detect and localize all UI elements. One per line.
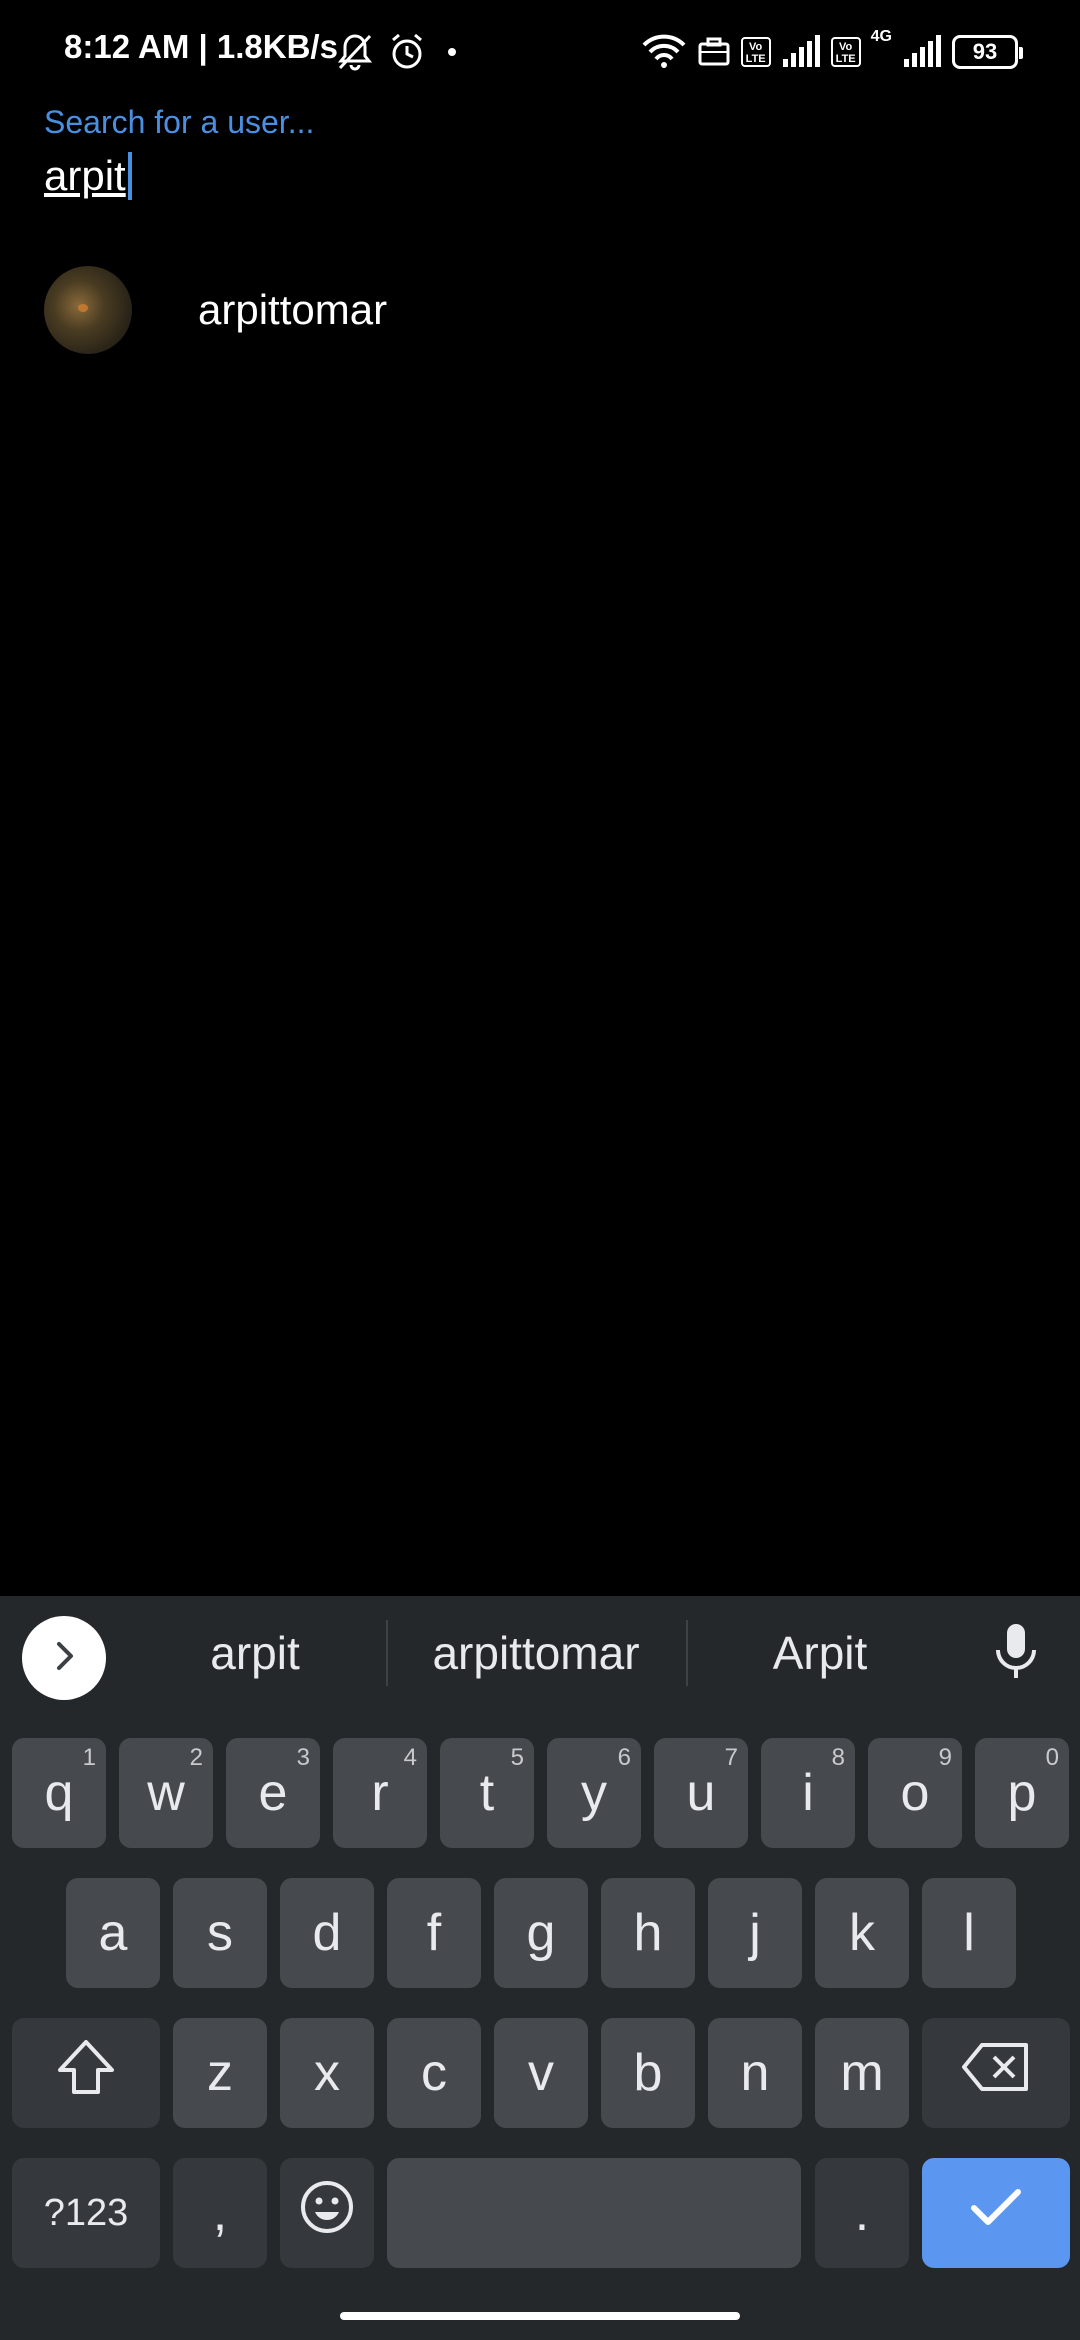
suggestion-bar: arpit arpittomar Arpit xyxy=(0,1596,1080,1714)
key-q[interactable]: q1 xyxy=(12,1738,106,1848)
emoji-key[interactable] xyxy=(280,2158,374,2268)
suggestion-divider xyxy=(386,1620,388,1686)
wifi-icon xyxy=(641,33,687,71)
key-label: q xyxy=(44,1764,74,1822)
key-hint: 7 xyxy=(724,1744,738,1771)
result-username: arpittomar xyxy=(198,286,388,333)
avatar xyxy=(44,266,132,354)
key-s[interactable]: s xyxy=(173,1878,267,1988)
suggestion-3[interactable]: Arpit xyxy=(720,1626,920,1680)
key-k[interactable]: k xyxy=(815,1878,909,1988)
key-c[interactable]: c xyxy=(387,2018,481,2128)
key-hint: 6 xyxy=(617,1744,631,1771)
key-label: p xyxy=(1007,1764,1037,1822)
key-r[interactable]: r4 xyxy=(333,1738,427,1848)
key-hint: 2 xyxy=(189,1744,203,1771)
status-icons-right: Vo LTE Vo LTE 4G 93 xyxy=(641,28,1023,74)
chevron-right-icon xyxy=(49,1638,79,1679)
shift-key[interactable] xyxy=(12,2018,160,2128)
status-icons-left xyxy=(336,30,456,74)
key-b[interactable]: b xyxy=(601,2018,695,2128)
keyboard: arpit arpittomar Arpit q1 w2 e3 r4 t5 y6… xyxy=(0,1596,1080,2340)
key-p[interactable]: p0 xyxy=(975,1738,1069,1848)
key-hint: 8 xyxy=(831,1744,845,1771)
key-label: y xyxy=(581,1764,607,1822)
backspace-key[interactable] xyxy=(922,2018,1070,2128)
key-h[interactable]: h xyxy=(601,1878,695,1988)
symbols-key[interactable]: ?123 xyxy=(12,2158,160,2268)
key-w[interactable]: w2 xyxy=(119,1738,213,1848)
suggestion-1[interactable]: arpit xyxy=(150,1626,360,1680)
bell-muted-icon xyxy=(336,32,374,72)
shift-icon xyxy=(54,2038,118,2109)
backspace-icon xyxy=(960,2041,1032,2106)
user-result-row[interactable]: arpittomar xyxy=(0,262,1080,362)
search-input-text: arpit xyxy=(44,152,126,199)
key-hint: 0 xyxy=(1045,1744,1059,1771)
key-hint: 1 xyxy=(82,1744,96,1771)
search-input[interactable]: arpit xyxy=(44,152,132,200)
briefcase-icon xyxy=(697,35,731,69)
enter-key[interactable] xyxy=(922,2158,1070,2268)
home-indicator[interactable] xyxy=(340,2312,740,2320)
key-label: t xyxy=(479,1764,495,1822)
key-u[interactable]: u7 xyxy=(654,1738,748,1848)
key-label: w xyxy=(147,1764,185,1822)
key-label: u xyxy=(686,1764,716,1822)
key-z[interactable]: z xyxy=(173,2018,267,2128)
expand-toolbar-button[interactable] xyxy=(22,1616,106,1700)
space-bar[interactable] xyxy=(387,2158,801,2268)
status-bar: 8:12 AM | 1.8KB/s Vo LTE Vo LTE 4G 93 xyxy=(0,0,1080,100)
key-x[interactable]: x xyxy=(280,2018,374,2128)
signal-icon-1 xyxy=(781,35,821,69)
key-m[interactable]: m xyxy=(815,2018,909,2128)
status-time: 8:12 AM | 1.8KB/s xyxy=(64,28,338,65)
network-type-label: 4G xyxy=(870,28,892,45)
key-label: e xyxy=(258,1764,288,1822)
volte-icon-2: Vo LTE xyxy=(830,37,861,67)
notification-dot-icon xyxy=(448,48,456,56)
key-y[interactable]: y6 xyxy=(547,1738,641,1848)
volte-icon-1: Vo LTE xyxy=(740,37,771,67)
key-o[interactable]: o9 xyxy=(868,1738,962,1848)
key-n[interactable]: n xyxy=(708,2018,802,2128)
text-caret xyxy=(127,152,132,200)
suggestion-divider xyxy=(686,1620,688,1686)
checkmark-icon xyxy=(968,2183,1024,2243)
key-t[interactable]: t5 xyxy=(440,1738,534,1848)
emoji-icon xyxy=(299,2179,355,2248)
comma-key[interactable]: , xyxy=(173,2158,267,2268)
key-j[interactable]: j xyxy=(708,1878,802,1988)
key-e[interactable]: e3 xyxy=(226,1738,320,1848)
key-d[interactable]: d xyxy=(280,1878,374,1988)
key-hint: 5 xyxy=(510,1744,524,1771)
key-g[interactable]: g xyxy=(494,1878,588,1988)
key-a[interactable]: a xyxy=(66,1878,160,1988)
suggestion-2[interactable]: arpittomar xyxy=(400,1626,672,1680)
key-i[interactable]: i8 xyxy=(761,1738,855,1848)
alarm-icon xyxy=(388,32,426,72)
key-f[interactable]: f xyxy=(387,1878,481,1988)
search-label: Search for a user... xyxy=(44,104,315,140)
key-hint: 4 xyxy=(403,1744,417,1771)
key-label: i xyxy=(802,1764,814,1822)
key-l[interactable]: l xyxy=(922,1878,1016,1988)
key-hint: 9 xyxy=(938,1744,952,1771)
microphone-icon[interactable] xyxy=(990,1622,1042,1682)
battery-indicator: 93 xyxy=(952,35,1023,69)
signal-icon-2 xyxy=(902,35,942,69)
key-hint: 3 xyxy=(296,1744,310,1771)
key-label: r xyxy=(371,1764,389,1822)
key-label: o xyxy=(900,1764,930,1822)
key-v[interactable]: v xyxy=(494,2018,588,2128)
period-key[interactable]: . xyxy=(815,2158,909,2268)
